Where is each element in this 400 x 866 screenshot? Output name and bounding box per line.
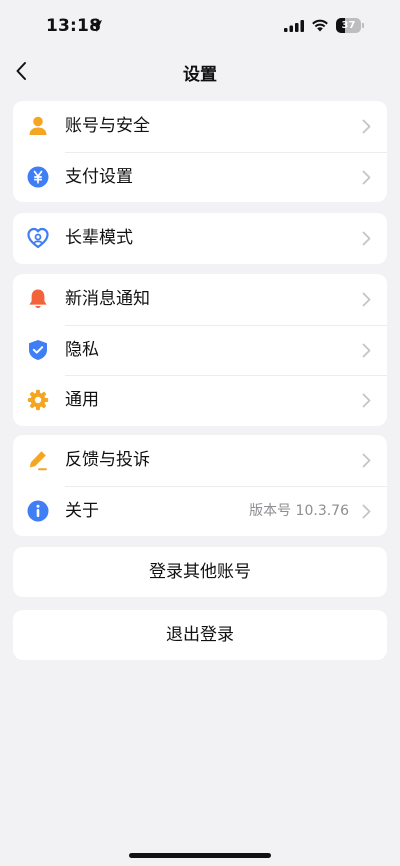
- version-text: 版本号 10.3.76: [249, 502, 349, 519]
- gear-icon: [27, 389, 49, 411]
- bell-icon: [27, 288, 49, 310]
- chevron-right-icon: [362, 292, 371, 307]
- page-title: 设置: [183, 65, 217, 85]
- row-payment-settings[interactable]: 支付设置: [13, 151, 387, 203]
- pen-icon: [27, 449, 49, 471]
- logout-button[interactable]: 退出登录: [13, 610, 387, 660]
- heart-person-icon: [27, 227, 49, 249]
- settings-group-general: 新消息通知 隐私 通用: [13, 274, 387, 426]
- row-elder-mode[interactable]: 长辈模式: [13, 213, 387, 264]
- chevron-right-icon: [362, 170, 371, 185]
- settings-group-about: 反馈与投诉 关于 版本号 10.3.76: [13, 435, 387, 536]
- info-icon: [27, 500, 49, 522]
- wifi-icon: [312, 19, 328, 32]
- cellular-signal-icon: [284, 20, 304, 32]
- home-indicator: [129, 853, 271, 858]
- location-arrow-icon: [90, 20, 102, 32]
- chevron-right-icon: [362, 343, 371, 358]
- chevron-right-icon: [362, 393, 371, 408]
- shield-icon: [27, 339, 49, 361]
- row-label: 账号与安全: [65, 116, 150, 136]
- row-label: 新消息通知: [65, 289, 150, 309]
- status-bar: 13:18 37: [0, 0, 400, 54]
- switch-account-button[interactable]: 登录其他账号: [13, 547, 387, 597]
- nav-bar: 设置: [0, 54, 400, 88]
- row-label: 反馈与投诉: [65, 450, 150, 470]
- row-label: 通用: [65, 390, 99, 410]
- row-label: 隐私: [65, 339, 99, 360]
- battery-level: 37: [341, 20, 356, 31]
- settings-group-elder: 长辈模式: [13, 213, 387, 264]
- row-privacy[interactable]: 隐私: [13, 324, 387, 376]
- row-about[interactable]: 关于 版本号 10.3.76: [13, 485, 387, 537]
- row-notifications[interactable]: 新消息通知: [13, 274, 387, 325]
- row-account-security[interactable]: 账号与安全: [13, 101, 387, 152]
- row-label: 长辈模式: [65, 228, 133, 248]
- settings-group-account: 账号与安全 支付设置: [13, 101, 387, 202]
- row-general[interactable]: 通用: [13, 375, 387, 426]
- battery-icon: 37: [336, 18, 364, 33]
- row-feedback[interactable]: 反馈与投诉: [13, 435, 387, 486]
- row-label: 关于: [65, 500, 99, 521]
- chevron-right-icon: [362, 119, 371, 134]
- person-icon: [27, 115, 49, 137]
- yuan-icon: [27, 166, 49, 188]
- chevron-right-icon: [362, 231, 371, 246]
- chevron-right-icon: [362, 504, 371, 519]
- chevron-right-icon: [362, 453, 371, 468]
- row-label: 支付设置: [65, 166, 133, 187]
